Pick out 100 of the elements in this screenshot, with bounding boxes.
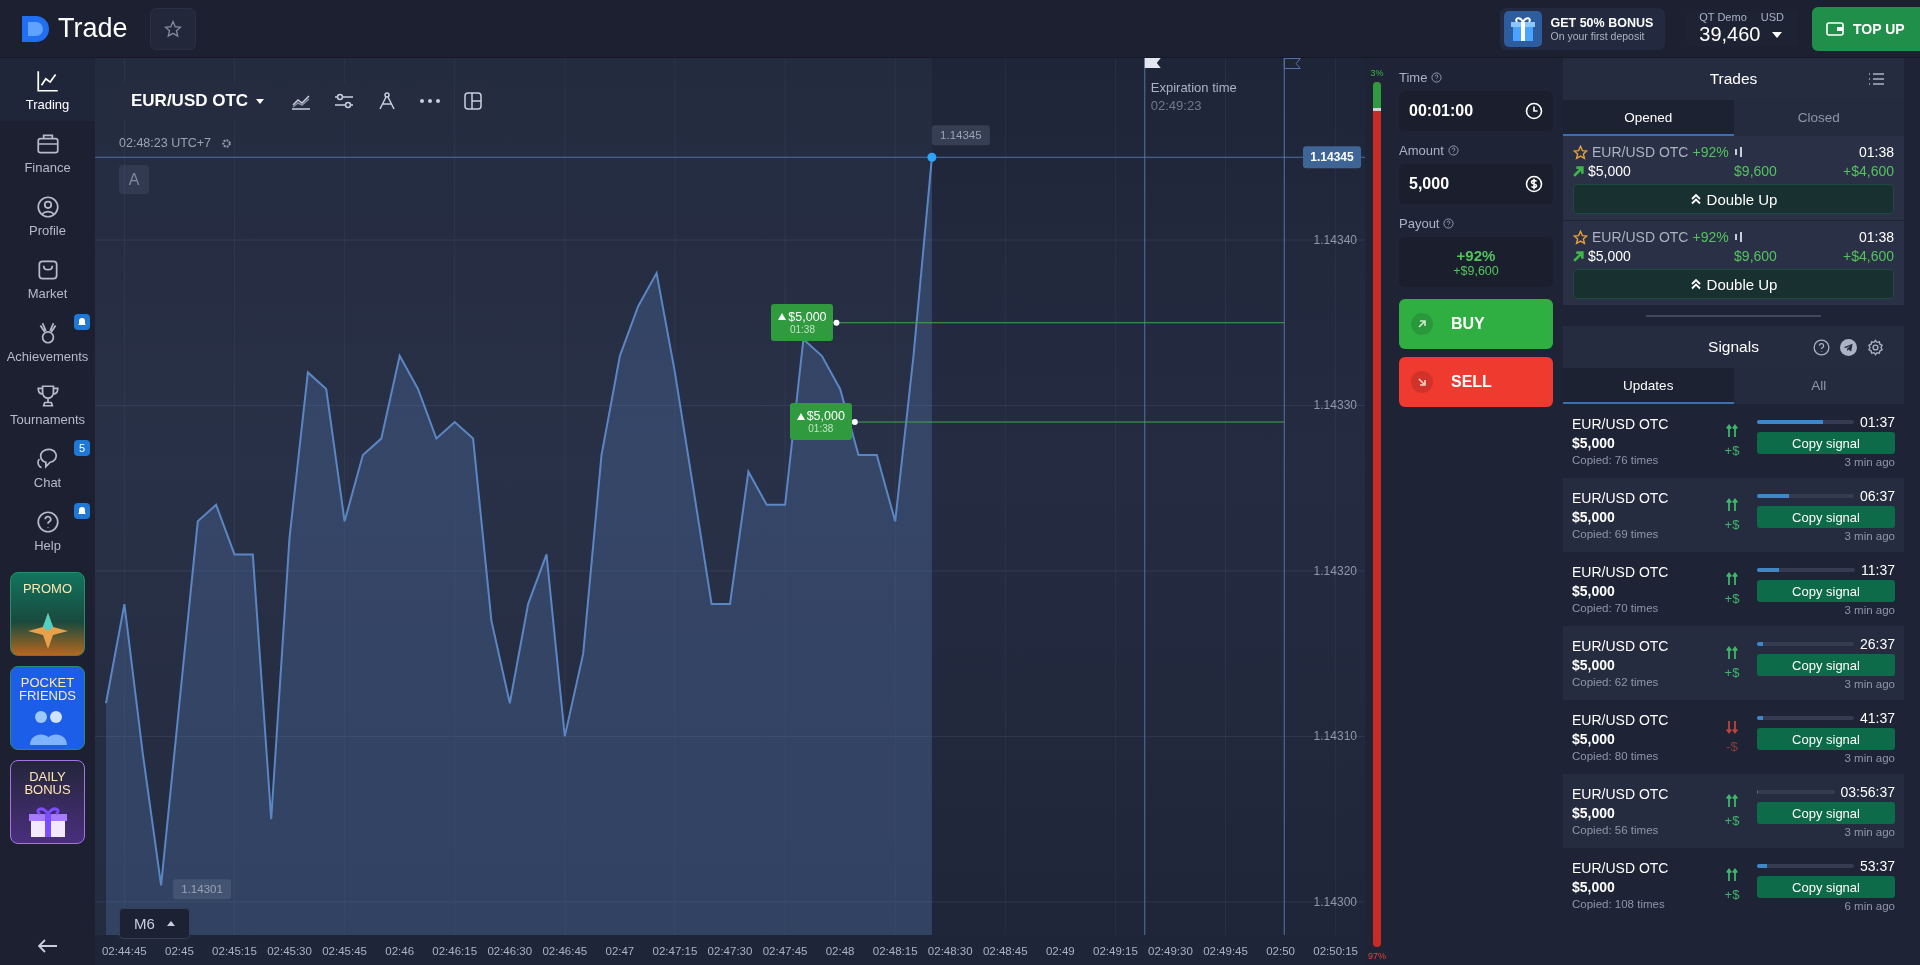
double-up-button[interactable]: Double Up (1573, 269, 1894, 299)
signal-amount: $5,000 (1572, 731, 1616, 747)
trade-payout-amount: $9,600 (1733, 248, 1778, 264)
star-icon[interactable] (1573, 144, 1588, 160)
trade-time: 01:38 (808, 423, 834, 435)
timeframe-dropdown[interactable]: M6 (119, 908, 190, 939)
resize-handle[interactable] (1646, 315, 1821, 317)
star-icon (163, 19, 182, 38)
x-axis-label: 02:45:15 (212, 945, 257, 957)
x-axis-label: 02:46:30 (487, 945, 533, 957)
copy-signal-button[interactable]: Copy signal (1757, 580, 1895, 602)
trade-timer: 01:38 (1858, 229, 1894, 245)
trades-title: Trades (1709, 70, 1758, 88)
clock-icon[interactable] (1525, 102, 1543, 120)
telegram-icon[interactable] (1840, 338, 1857, 356)
sidebar-item[interactable]: Profile (0, 184, 95, 247)
sidebar-item[interactable]: Trading (0, 58, 95, 121)
trade-marker[interactable]: $5,000 01:38 (789, 403, 852, 441)
double-up-arrow-icon (1726, 868, 1738, 882)
promo-card[interactable]: POCKET FRIENDS (10, 666, 85, 750)
signal-age: 3 min ago (1844, 752, 1895, 764)
sidebar-item[interactable]: Achievements (0, 310, 95, 373)
trades-tab[interactable]: Opened (1563, 100, 1734, 136)
bell-badge-icon (74, 503, 90, 519)
star-icon[interactable] (1573, 229, 1588, 245)
help-icon[interactable] (1443, 218, 1455, 229)
payout-percent: +92% (1456, 246, 1496, 264)
x-axis-label: 02:47 (605, 945, 635, 957)
trade-marker[interactable]: $5,000 01:38 (771, 303, 834, 341)
copy-signal-button[interactable]: Copy signal (1757, 876, 1895, 898)
signal-change: -$ (1726, 739, 1738, 754)
user-circle-icon (34, 193, 61, 220)
signal-age: 3 min ago (1844, 826, 1895, 838)
signal-copied-count: Copied: 76 times (1572, 454, 1660, 466)
signal-copied-count: Copied: 108 times (1572, 898, 1666, 910)
sidebar-item[interactable]: Help (0, 499, 95, 562)
account-type: QT Demo (1699, 11, 1747, 23)
promo-card[interactable]: DAILY BONUS (10, 760, 85, 844)
top-up-button[interactable]: TOP UP (1812, 6, 1920, 51)
trade-payout-amount: $9,600 (1733, 163, 1778, 179)
double-up-button[interactable]: Double Up (1573, 184, 1894, 214)
signal-time: 06:37 (1859, 488, 1895, 504)
copy-signal-button[interactable]: Copy signal (1757, 654, 1895, 676)
x-axis-label: 02:48:30 (927, 945, 973, 957)
x-axis-label: 02:49 (1045, 945, 1075, 957)
sidebar-item[interactable]: Tournaments (0, 373, 95, 436)
signal-time: 11:37 (1861, 562, 1895, 578)
help-icon[interactable] (1447, 145, 1459, 156)
signal-copied-count: Copied: 56 times (1572, 824, 1660, 836)
signal-copied-count: Copied: 69 times (1572, 528, 1660, 540)
promo-card[interactable]: PROMO (10, 572, 85, 656)
payout-label: Payout (1399, 216, 1440, 231)
expiration-label: Expiration time (1150, 80, 1237, 95)
sidebar-item[interactable]: Market (0, 247, 95, 310)
sell-button[interactable]: SELL (1399, 357, 1553, 407)
sidebar-item[interactable]: Chat 5 (0, 436, 95, 499)
y-axis-label: 1.14310 (1313, 729, 1357, 744)
up-triangle-icon (796, 412, 805, 420)
list-icon[interactable] (1868, 72, 1884, 86)
double-chevron-up-icon (1689, 278, 1702, 290)
up-arrow-icon (1573, 250, 1584, 262)
time-field[interactable]: 00:01:00 (1399, 91, 1553, 131)
copy-signal-button[interactable]: Copy signal (1757, 802, 1895, 824)
trade-asset: EUR/USD OTC (1592, 144, 1689, 160)
signals-tab[interactable]: Updates (1563, 368, 1734, 404)
y-axis-label: 1.14330 (1313, 398, 1357, 413)
caret-icon[interactable] (1772, 31, 1783, 38)
copy-signal-button[interactable]: Copy signal (1757, 728, 1895, 750)
signal-amount: $5,000 (1572, 435, 1616, 451)
copy-signal-button[interactable]: Copy signal (1757, 432, 1895, 454)
account-balance[interactable]: 39,460 (1699, 23, 1761, 46)
logo-text: Trade (58, 13, 128, 44)
x-axis-label: 02:46:45 (542, 945, 588, 957)
candles-icon (1732, 146, 1745, 158)
dollar-icon[interactable] (1525, 175, 1543, 193)
bonus-title[interactable]: GET 50% BONUS (1550, 15, 1654, 30)
help-icon[interactable] (1431, 72, 1443, 83)
amount-field[interactable]: 5,000 (1399, 164, 1553, 204)
sidebar-item[interactable]: Finance (0, 121, 95, 184)
double-up-arrow-icon (1726, 424, 1738, 438)
signal-time: 26:37 (1859, 636, 1895, 652)
trade-amount: $5,000 (1588, 163, 1632, 179)
signal-time: 41:37 (1859, 710, 1895, 726)
time-label: Time (1399, 70, 1428, 85)
account-currency: USD (1760, 11, 1784, 23)
signal-time: 01:37 (1859, 414, 1895, 430)
x-axis-label: 02:47:45 (762, 945, 808, 957)
trade-amount: $5,000 (788, 309, 827, 324)
gift-icon[interactable] (1504, 10, 1543, 47)
copy-signal-button[interactable]: Copy signal (1757, 506, 1895, 528)
trade-asset: EUR/USD OTC (1592, 229, 1689, 245)
trade-profit: +$4,600 (1843, 248, 1894, 264)
peak-price-label: 1.14345 (931, 125, 990, 146)
help-icon[interactable] (1813, 338, 1830, 356)
signal-amount: $5,000 (1572, 657, 1616, 673)
x-axis-label: 02:47:30 (707, 945, 753, 957)
favorite-star-button[interactable] (149, 7, 196, 50)
signal-age: 3 min ago (1844, 530, 1895, 542)
signal-change: +$ (1724, 887, 1740, 902)
double-up-arrow-icon (1726, 572, 1738, 586)
